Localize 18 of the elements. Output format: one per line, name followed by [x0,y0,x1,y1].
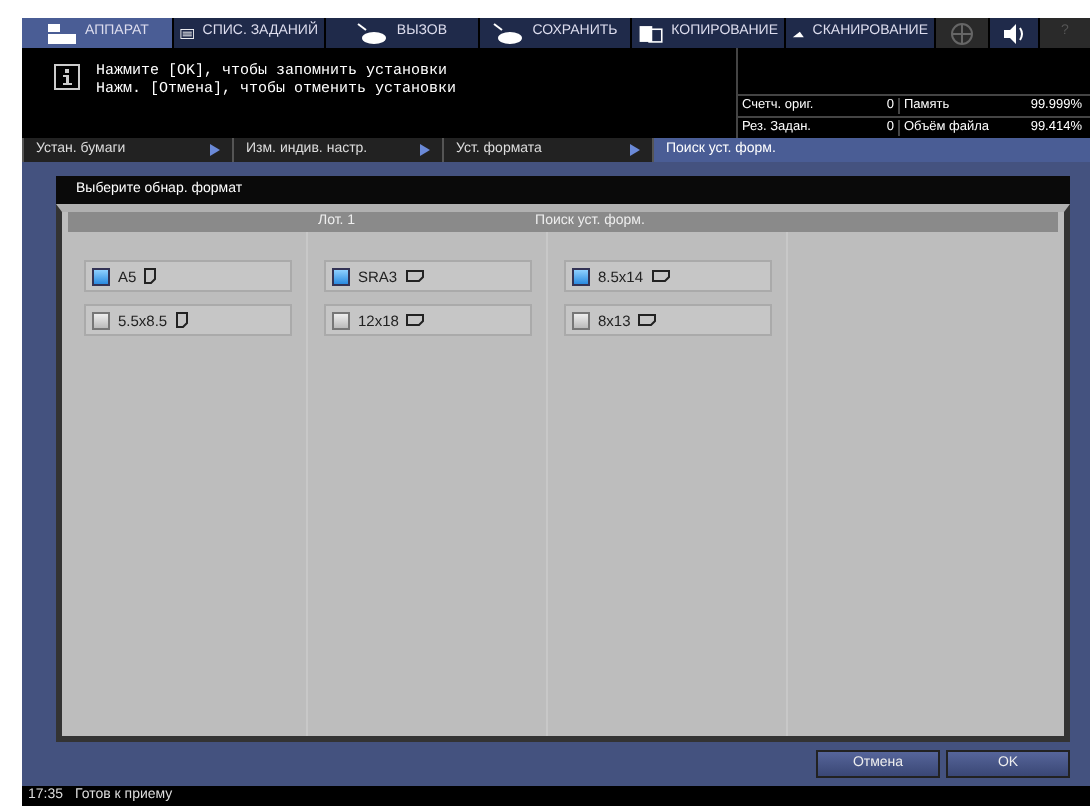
checkbox[interactable] [332,267,350,285]
paper-icon [651,270,670,282]
copy-icon [638,21,664,45]
paper-icon [638,314,657,326]
speaker-icon[interactable] [990,18,1038,48]
stack-icon [356,21,389,45]
paper-icon [406,314,425,326]
checkbox[interactable] [572,267,590,285]
info-icon [54,64,80,90]
checkbox[interactable] [92,311,110,329]
paper-icon [144,268,157,284]
checkbox[interactable] [572,311,590,329]
paper-icon [405,270,424,282]
checkbox[interactable] [332,311,350,329]
paper-icon [175,312,188,328]
stack-icon [492,21,525,45]
printer-icon [45,21,78,45]
checkbox[interactable] [92,267,110,285]
